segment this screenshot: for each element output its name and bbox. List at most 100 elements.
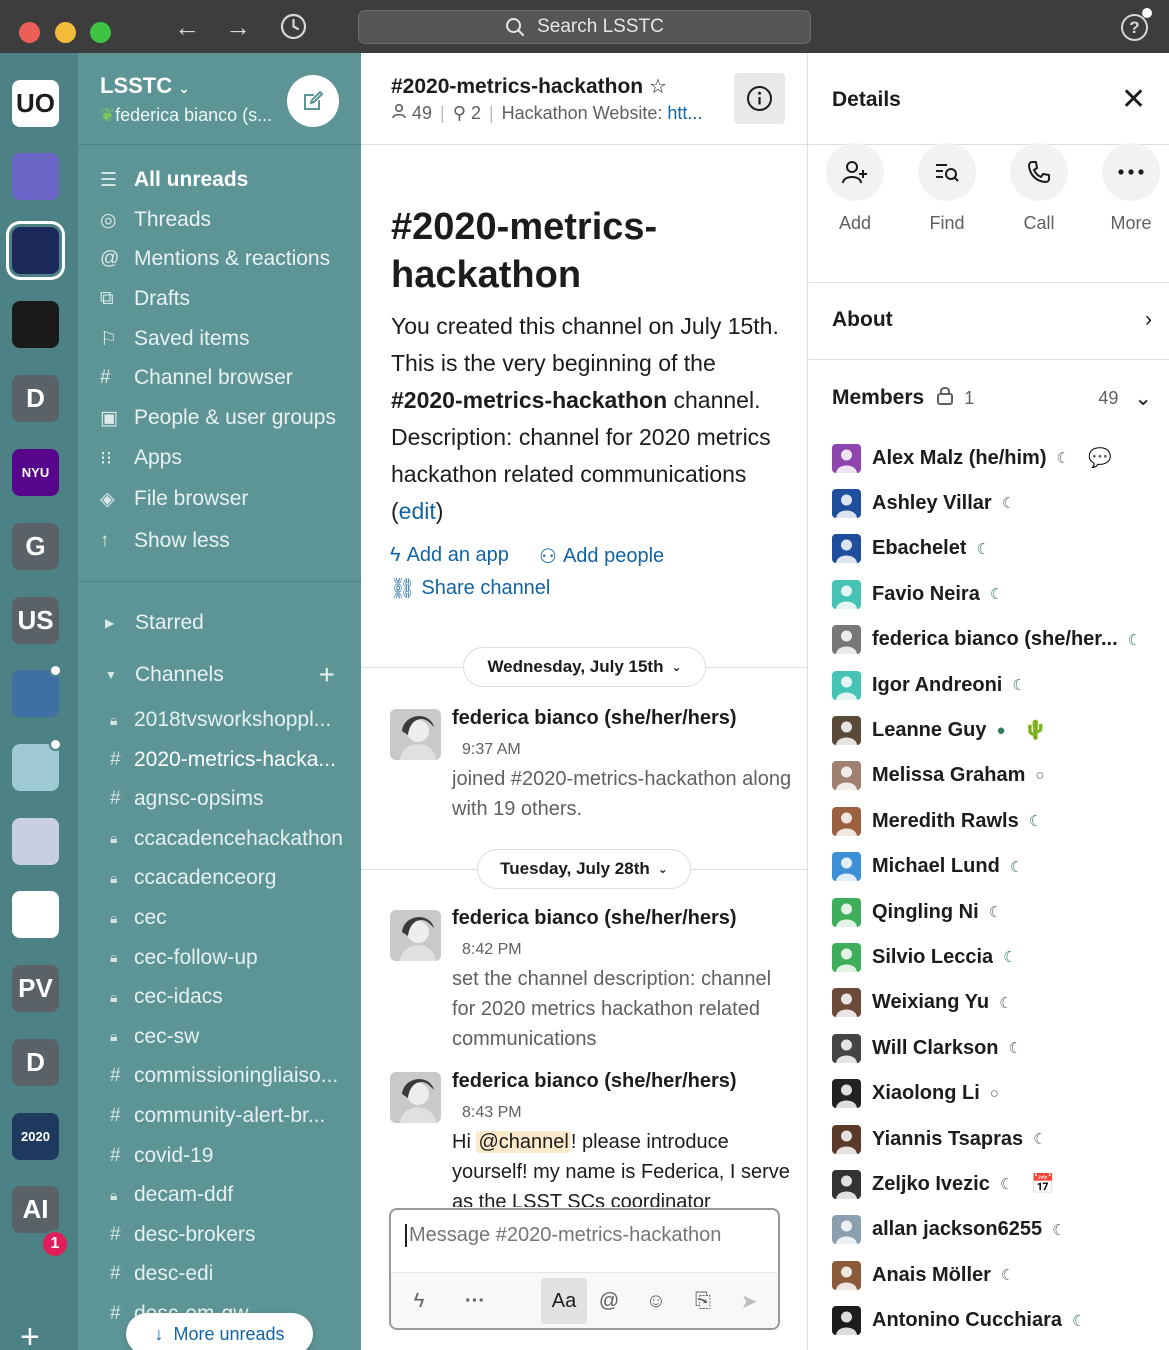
workspace-icon[interactable]	[12, 818, 59, 865]
sidebar-channel-item[interactable]: 🔒︎ ccacadencehackathon	[110, 823, 343, 855]
date-pill[interactable]: Wednesday, July 15th ⌄	[463, 647, 706, 687]
send-icon[interactable]: ➤	[729, 1281, 769, 1321]
formatting-button[interactable]: Aa	[541, 1278, 587, 1324]
edit-description-link[interactable]: edit	[399, 498, 436, 524]
sidebar-nav-item[interactable]: ⁝⁝ Apps	[100, 442, 182, 474]
member-row[interactable]: Meredith Rawls ☾	[832, 805, 1042, 837]
about-section[interactable]: About ›	[832, 308, 1152, 332]
date-pill[interactable]: Tuesday, July 28th ⌄	[477, 849, 691, 889]
zoom-window-button[interactable]	[90, 22, 111, 43]
member-row[interactable]: Weixiang Yu ☾	[832, 987, 1013, 1019]
channel-info-button[interactable]	[734, 73, 785, 124]
avatar[interactable]	[390, 1072, 441, 1123]
add-workspace-icon[interactable]: +	[20, 1318, 40, 1350]
sidebar-nav-item[interactable]: ☰ All unreads	[100, 164, 248, 196]
workspace-name[interactable]: LSSTC ⌄	[100, 73, 190, 99]
sidebar-channel-item[interactable]: 🔒︎ cec-follow-up	[110, 942, 258, 974]
workspace-icon[interactable]	[12, 227, 59, 274]
sidebar-channel-item[interactable]: #2020-metrics-hacka...	[110, 744, 336, 776]
sidebar-channel-item[interactable]: # covid-19	[110, 1140, 213, 1172]
avatar[interactable]	[390, 709, 441, 760]
mention-icon[interactable]: @	[589, 1281, 629, 1321]
workspace-icon[interactable]: ML TSA	[12, 891, 59, 938]
workspace-icon[interactable]: G	[12, 523, 59, 570]
add-app-link[interactable]: ϟ Add an app	[390, 544, 509, 567]
sidebar-nav-item[interactable]: ⧉ Drafts	[100, 283, 190, 315]
find-button[interactable]: Find	[918, 143, 976, 234]
member-row[interactable]: Zeljko Ivezic ☾ 📅	[832, 1168, 1055, 1200]
channel-mention[interactable]: @channel	[476, 1131, 571, 1153]
more-unreads-button[interactable]: ↓ More unreads	[126, 1313, 313, 1350]
close-window-button[interactable]	[19, 22, 40, 43]
history-icon[interactable]	[280, 13, 307, 46]
member-row[interactable]: Qingling Ni ☾	[832, 896, 1002, 928]
sidebar-nav-item[interactable]: ◎ Threads	[100, 204, 211, 236]
member-row[interactable]: Ashley Villar ☾	[832, 487, 1015, 519]
sidebar-nav-item[interactable]: ◈ File browser	[100, 483, 248, 515]
back-arrow-icon[interactable]: ←	[174, 12, 200, 42]
add-channel-icon[interactable]: +	[319, 659, 335, 691]
member-row[interactable]: Silvio Leccia ☾	[832, 941, 1017, 973]
workspace-icon[interactable]: AI	[12, 1186, 59, 1233]
close-icon[interactable]: ✕	[1121, 85, 1146, 115]
section-starred[interactable]: ▶ Starred	[105, 607, 204, 639]
message-author[interactable]: federica bianco (she/her/hers)	[452, 707, 737, 730]
share-channel-link[interactable]: ⛓ Share channel	[390, 576, 550, 601]
shortcuts-icon[interactable]: ϟ	[399, 1281, 439, 1321]
member-row[interactable]: Antonino Cucchiara ☾	[832, 1305, 1085, 1337]
workspace-icon[interactable]	[12, 301, 59, 348]
member-row[interactable]: Anais Möller ☾	[832, 1259, 1014, 1291]
message-time[interactable]: 8:42 PM	[462, 941, 522, 959]
sidebar-nav-item[interactable]: ↑ Show less	[100, 525, 230, 557]
sidebar-nav-item[interactable]: ⚐ Saved items	[100, 323, 250, 355]
sidebar-channel-item[interactable]: # community-alert-br...	[110, 1100, 325, 1132]
emoji-icon[interactable]: ☺	[636, 1281, 676, 1321]
member-row[interactable]: Ebachelet ☾	[832, 533, 990, 565]
workspace-icon[interactable]: D	[12, 1039, 59, 1086]
member-row[interactable]: allan jackson6255 ☾	[832, 1214, 1066, 1246]
workspace-icon[interactable]: UO	[12, 80, 59, 127]
more-actions-icon[interactable]: ···	[455, 1281, 495, 1321]
add-people-link[interactable]: ⚇ Add people	[539, 544, 664, 569]
members-section[interactable]: Members 1 49 ⌄	[832, 385, 1152, 411]
member-row[interactable]: Melissa Graham ○	[832, 760, 1044, 792]
workspace-icon[interactable]	[12, 670, 59, 717]
forward-arrow-icon[interactable]: →	[225, 12, 251, 42]
sidebar-channel-item[interactable]: 🔒︎ ccacadenceorg	[110, 862, 276, 894]
member-row[interactable]: Alex Malz (he/him) ☾ 💬	[832, 442, 1112, 474]
sidebar-nav-item[interactable]: @ Mentions & reactions	[100, 243, 330, 275]
sidebar-channel-item[interactable]: 🔒︎ cec-sw	[110, 1021, 199, 1053]
sidebar-channel-item[interactable]: 🔒︎ cec	[110, 902, 167, 934]
member-row[interactable]: Xiaolong Li ○	[832, 1078, 999, 1110]
workspace-icon[interactable]	[12, 744, 59, 791]
help-icon[interactable]: ?	[1121, 14, 1148, 41]
member-row[interactable]: Michael Lund ☾	[832, 851, 1023, 883]
member-row[interactable]: Will Clarkson ☾	[832, 1032, 1022, 1064]
workspace-icon[interactable]: US	[12, 597, 59, 644]
sidebar-channel-item[interactable]: # agnsc-opsims	[110, 783, 264, 815]
workspace-icon[interactable]: NYU	[12, 449, 59, 496]
channel-topic[interactable]: Hackathon Website: htt...	[502, 103, 703, 124]
message-author[interactable]: federica bianco (she/her/hers)	[452, 907, 737, 930]
message-input[interactable]	[405, 1224, 760, 1247]
workspace-icon[interactable]	[12, 153, 59, 200]
sidebar-nav-item[interactable]: # Channel browser	[100, 362, 293, 394]
sidebar-channel-item[interactable]: # commissioningliaiso...	[110, 1060, 338, 1092]
sidebar-channel-item[interactable]: # desc-edi	[110, 1258, 213, 1290]
current-user[interactable]: ❦federica bianco (s...	[100, 105, 272, 126]
attach-icon[interactable]: ⎘	[683, 1281, 723, 1321]
workspace-icon[interactable]: D	[12, 375, 59, 422]
section-channels[interactable]: ▼ Channels +	[105, 659, 335, 691]
member-count[interactable]: 49	[391, 103, 432, 124]
member-row[interactable]: Leanne Guy ● 🌵	[832, 714, 1047, 746]
member-row[interactable]: Igor Andreoni ☾	[832, 669, 1026, 701]
sidebar-channel-item[interactable]: 🔒︎ cec-idacs	[110, 981, 223, 1013]
sidebar-channel-item[interactable]: 🔒︎ decam-ddf	[110, 1179, 233, 1211]
pinned-count[interactable]: ⚲ 2	[453, 103, 481, 124]
member-row[interactable]: Favio Neira ☾	[832, 578, 1003, 610]
search-bar[interactable]: Search LSSTC	[358, 10, 811, 44]
message-time[interactable]: 8:43 PM	[462, 1104, 522, 1122]
workspace-icon[interactable]: 2020	[12, 1113, 59, 1160]
sidebar-nav-item[interactable]: ▣ People & user groups	[100, 402, 336, 434]
message-author[interactable]: federica bianco (she/her/hers)	[452, 1070, 737, 1093]
